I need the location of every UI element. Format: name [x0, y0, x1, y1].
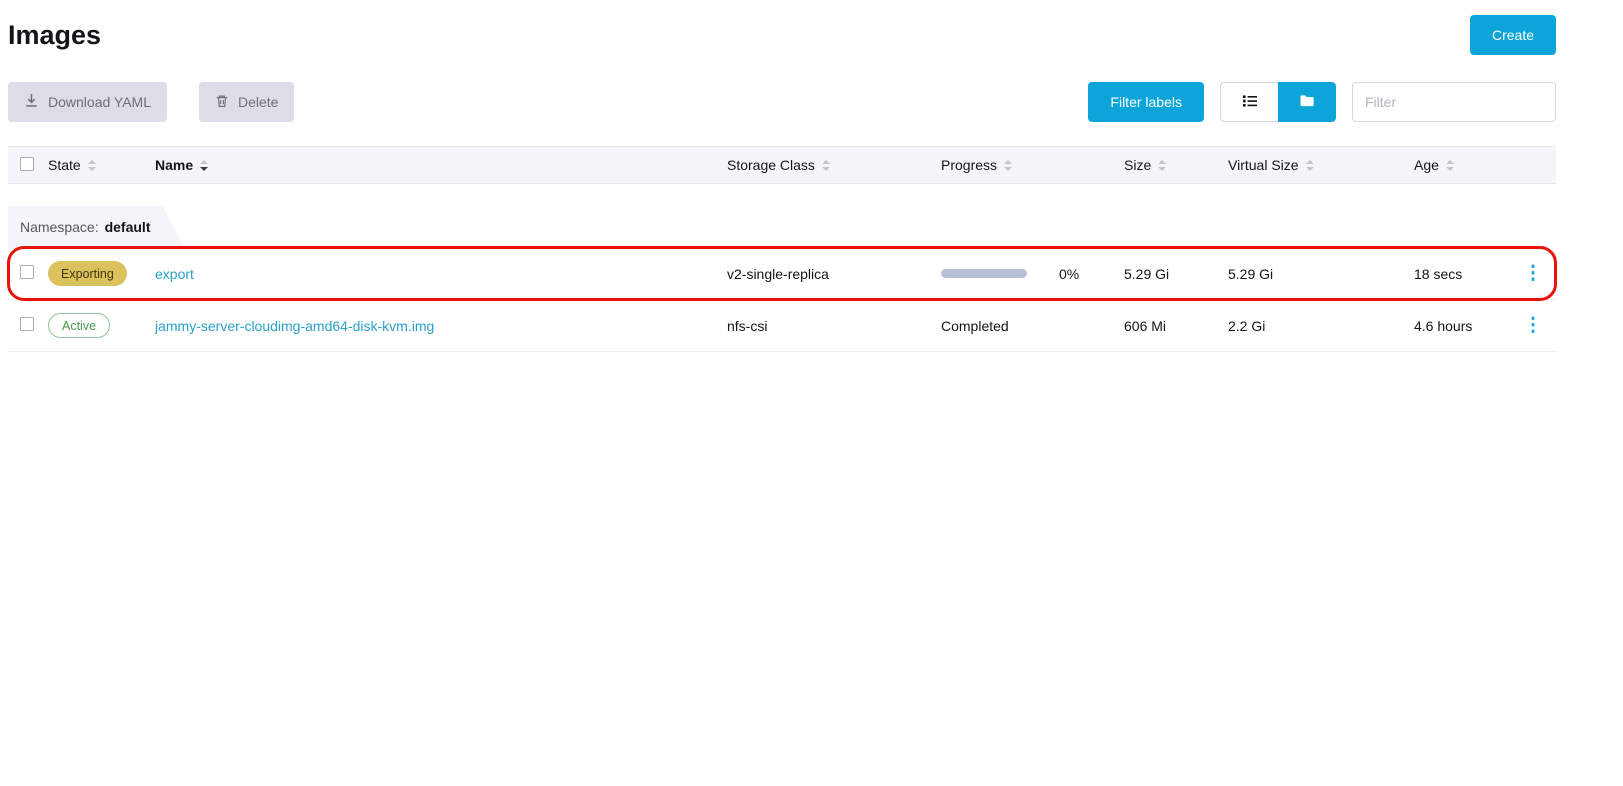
toolbar-right: Filter labels — [1088, 82, 1556, 122]
images-page: Images Create Download YAML Delete Filte… — [8, 0, 1556, 352]
column-header-progress-label: Progress — [941, 157, 997, 173]
progress-cell: Completed — [941, 318, 1124, 334]
download-yaml-button[interactable]: Download YAML — [8, 82, 167, 122]
sort-icon — [1004, 160, 1012, 171]
column-header-age-label: Age — [1414, 157, 1439, 173]
column-header-size-label: Size — [1124, 157, 1151, 173]
sort-icon — [1158, 160, 1166, 171]
view-toggle-group — [1220, 82, 1336, 122]
name-cell: jammy-server-cloudimg-amd64-disk-kvm.img — [155, 318, 727, 334]
row-checkbox[interactable] — [20, 317, 34, 331]
column-header-name[interactable]: Name — [155, 157, 727, 173]
download-icon — [24, 93, 39, 111]
state-cell: Active — [48, 313, 155, 338]
virtual-size-cell: 5.29 Gi — [1228, 266, 1414, 282]
virtual-size-cell: 2.2 Gi — [1228, 318, 1414, 334]
filter-input[interactable] — [1352, 82, 1556, 122]
column-header-size[interactable]: Size — [1124, 157, 1228, 173]
table-header-row: State Name Storage Class Progress Size V… — [8, 146, 1556, 184]
table-row-jammy: Active jammy-server-cloudimg-amd64-disk-… — [8, 300, 1556, 352]
progress-bar — [941, 269, 1027, 278]
row-actions-kebab-icon[interactable]: ⋮ — [1524, 316, 1543, 335]
sort-icon — [1446, 160, 1454, 171]
image-name-link[interactable]: export — [155, 266, 194, 282]
header-checkbox-cell — [8, 157, 48, 174]
filter-labels-button[interactable]: Filter labels — [1088, 82, 1204, 122]
status-badge-active: Active — [48, 313, 110, 338]
delete-button[interactable]: Delete — [199, 82, 294, 122]
select-all-checkbox[interactable] — [20, 157, 34, 171]
toolbar: Download YAML Delete Filter labels — [8, 82, 1556, 122]
actions-cell: ⋮ — [1510, 316, 1556, 335]
trash-icon — [215, 94, 229, 111]
list-view-button[interactable] — [1220, 82, 1278, 122]
column-header-state[interactable]: State — [48, 157, 155, 173]
delete-label: Delete — [238, 94, 278, 110]
column-header-virtual-size[interactable]: Virtual Size — [1228, 157, 1414, 173]
column-header-storage-class[interactable]: Storage Class — [727, 157, 941, 173]
namespace-group-row: Namespace: default — [8, 200, 1556, 248]
storage-class-cell: v2-single-replica — [727, 266, 941, 282]
sort-icon — [822, 160, 830, 171]
actions-cell: ⋮ — [1510, 264, 1556, 283]
row-actions-kebab-icon[interactable]: ⋮ — [1524, 264, 1543, 283]
namespace-label: Namespace: — [20, 219, 99, 235]
namespace-group-tab: Namespace: default — [8, 206, 184, 248]
page-header: Images Create — [8, 14, 1556, 56]
size-cell: 606 Mi — [1124, 318, 1228, 334]
table-row-export: Exporting export v2-single-replica 0% 5.… — [8, 248, 1556, 300]
age-cell: 4.6 hours — [1414, 318, 1510, 334]
age-cell: 18 secs — [1414, 266, 1510, 282]
column-header-age[interactable]: Age — [1414, 157, 1510, 173]
sort-icon — [88, 160, 96, 171]
download-yaml-label: Download YAML — [48, 94, 151, 110]
sort-icon — [200, 160, 208, 171]
column-header-progress[interactable]: Progress — [941, 157, 1124, 173]
folder-view-icon — [1299, 93, 1315, 112]
status-badge-exporting: Exporting — [48, 261, 127, 286]
images-table: State Name Storage Class Progress Size V… — [8, 146, 1556, 352]
row-checkbox[interactable] — [20, 265, 34, 279]
state-cell: Exporting — [48, 261, 155, 286]
size-cell: 5.29 Gi — [1124, 266, 1228, 282]
namespace-value: default — [105, 219, 151, 235]
folder-view-button[interactable] — [1278, 82, 1336, 122]
column-header-name-label: Name — [155, 157, 193, 173]
row-checkbox-cell — [8, 317, 48, 334]
column-header-virtual-size-label: Virtual Size — [1228, 157, 1299, 173]
column-header-storage-class-label: Storage Class — [727, 157, 815, 173]
sort-icon — [1306, 160, 1314, 171]
progress-percent: 0% — [1059, 266, 1079, 282]
name-cell: export — [155, 266, 727, 282]
column-header-state-label: State — [48, 157, 81, 173]
storage-class-cell: nfs-csi — [727, 318, 941, 334]
progress-cell: 0% — [941, 266, 1124, 282]
page-title: Images — [8, 20, 101, 51]
list-view-icon — [1242, 93, 1258, 112]
row-checkbox-cell — [8, 265, 48, 282]
create-button[interactable]: Create — [1470, 15, 1556, 55]
image-name-link[interactable]: jammy-server-cloudimg-amd64-disk-kvm.img — [155, 318, 434, 334]
